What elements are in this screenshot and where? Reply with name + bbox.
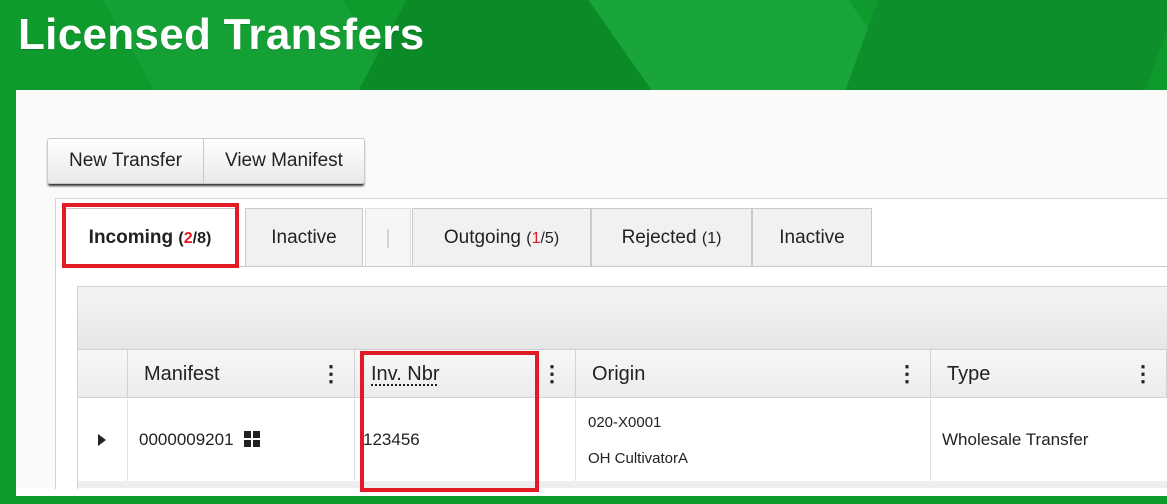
origin-name: OH CultivatorA xyxy=(588,450,689,467)
manifest-cell: 0000009201 xyxy=(128,399,355,481)
column-header-manifest[interactable]: Manifest ⋮ xyxy=(128,350,355,398)
bottom-strip xyxy=(16,488,1167,496)
tab-inactive-outgoing[interactable]: Inactive xyxy=(752,208,872,266)
expand-column-header xyxy=(78,350,128,398)
view-manifest-button[interactable]: View Manifest xyxy=(202,139,364,183)
type-cell: Wholesale Transfer xyxy=(931,399,1167,481)
origin-cell: 020-X0001 OH CultivatorA xyxy=(576,399,931,481)
tab-incoming-label: Incoming xyxy=(88,227,174,248)
tab-outgoing-label: Outgoing xyxy=(443,227,521,248)
column-menu-icon[interactable]: ⋮ xyxy=(320,350,342,398)
manifest-grid-icon[interactable] xyxy=(243,431,260,447)
tab-rejected[interactable]: Rejected (1) xyxy=(591,208,752,266)
tab-outgoing[interactable]: Outgoing (1/5) xyxy=(412,208,591,266)
column-header-type[interactable]: Type ⋮ xyxy=(931,350,1167,398)
manifest-number: 0000009201 xyxy=(139,430,234,449)
column-menu-icon[interactable]: ⋮ xyxy=(896,350,918,398)
expand-row-icon[interactable] xyxy=(98,434,106,446)
next-row xyxy=(78,481,1167,488)
tab-separator: | xyxy=(365,208,411,266)
new-transfer-button[interactable]: New Transfer xyxy=(48,139,203,183)
column-header-inv-nbr[interactable]: Inv. Nbr ⋮ xyxy=(355,350,576,398)
tab-inactive-incoming[interactable]: Inactive xyxy=(245,208,363,266)
page-title: Licensed Transfers xyxy=(18,10,425,59)
transfer-button-group: New Transfer View Manifest xyxy=(47,138,365,184)
tab-rejected-label: Rejected xyxy=(621,227,697,248)
column-menu-icon[interactable]: ⋮ xyxy=(541,350,563,398)
grid-toolbar xyxy=(78,287,1167,350)
inv-nbr-cell: 123456 xyxy=(355,399,576,481)
origin-license: 020-X0001 xyxy=(588,414,662,431)
column-menu-icon[interactable]: ⋮ xyxy=(1132,350,1154,398)
tab-incoming[interactable]: Incoming (2/8) xyxy=(63,208,237,267)
tab-rejected-count: (1) xyxy=(701,230,722,247)
column-header-origin[interactable]: Origin ⋮ xyxy=(576,350,931,398)
